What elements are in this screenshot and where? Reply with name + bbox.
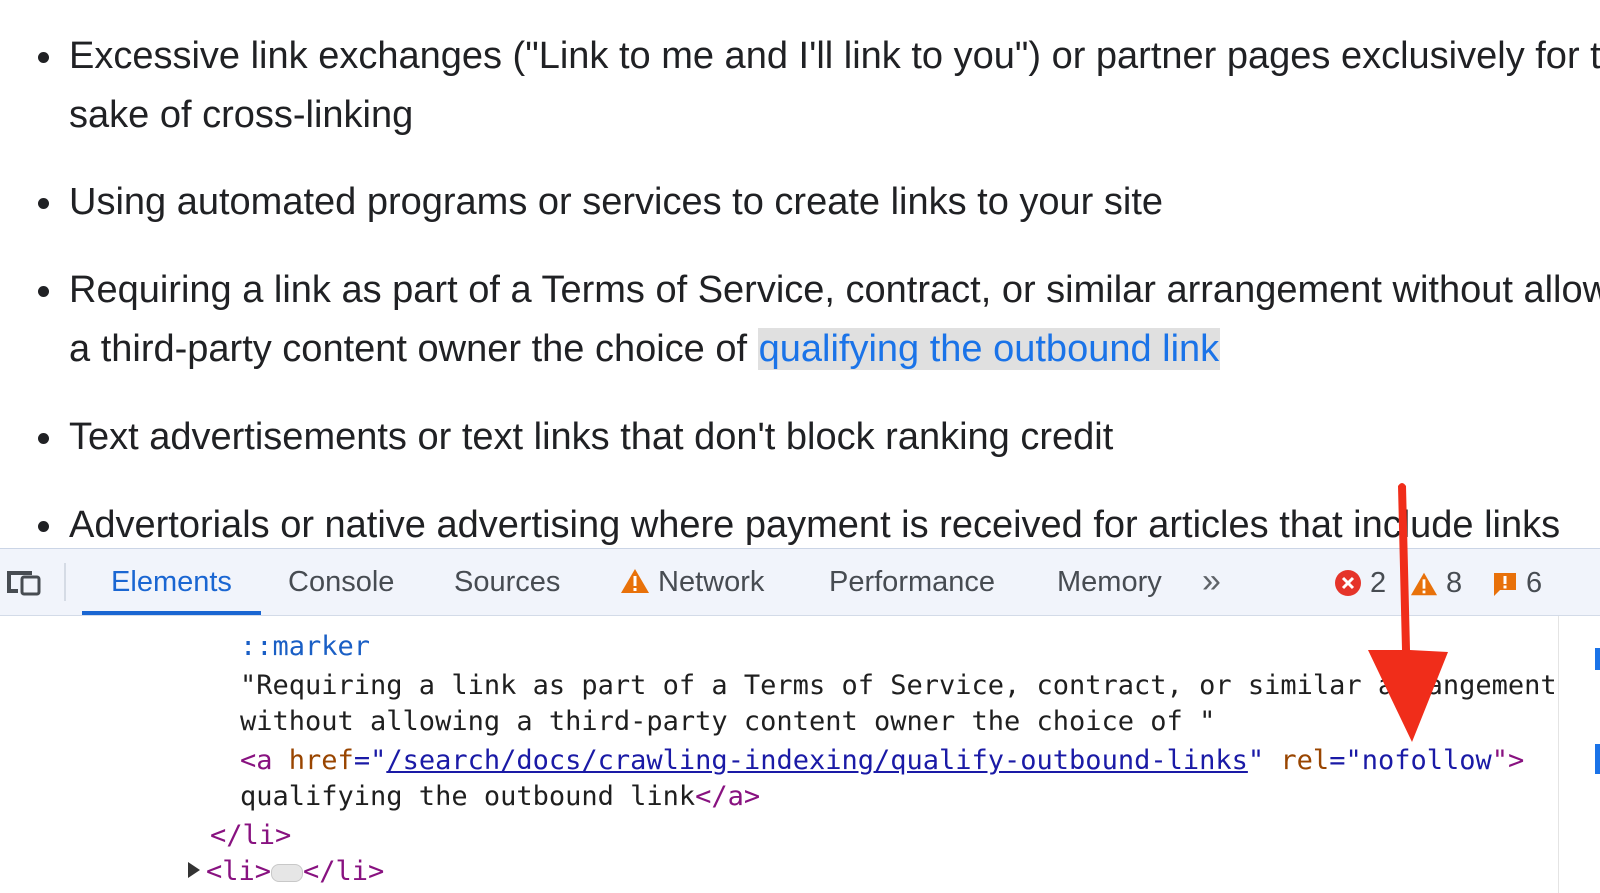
more-tabs-icon[interactable]: » xyxy=(1202,563,1242,603)
tab-label: Elements xyxy=(111,566,232,598)
issues-count[interactable]: 6 xyxy=(1492,567,1542,599)
tab-label: Performance xyxy=(829,566,996,598)
tag-name: <a xyxy=(240,745,273,776)
anchor-close-tag: </a> xyxy=(695,781,761,812)
tab-label: Network xyxy=(658,566,765,598)
collapsed-content-ellipsis[interactable] xyxy=(271,864,304,882)
tab-memory[interactable]: Memory xyxy=(1031,549,1188,615)
list-item-text-with-link: a third-party content owner the choice o… xyxy=(69,320,1221,379)
link-text-node: qualifying the outbound link xyxy=(240,781,696,812)
bullet-dot xyxy=(38,52,49,63)
elements-dom-tree: ::marker "Requiring a link as part of a … xyxy=(0,616,1558,893)
bullet-dot xyxy=(38,433,49,444)
list-item-text: Using automated programs or services to … xyxy=(69,181,1164,223)
error-icon xyxy=(1335,570,1361,596)
anchor-open-tag[interactable]: <a href="/search/docs/crawling-indexing/… xyxy=(240,743,1524,779)
li-close-tag[interactable]: </li> xyxy=(210,818,291,854)
bullet-dot xyxy=(38,198,49,209)
web-page-content: Excessive link exchanges ("Link to me an… xyxy=(0,0,1600,548)
tab-sources[interactable]: Sources xyxy=(428,549,586,615)
tab-label: Sources xyxy=(454,566,561,598)
warning-icon xyxy=(620,552,650,618)
scroll-marker xyxy=(1595,744,1600,774)
device-toolbar-icon[interactable] xyxy=(2,567,42,597)
list-item-text: a third-party content owner the choice o… xyxy=(69,328,758,370)
tab-console[interactable]: Console xyxy=(262,549,420,615)
attribute-name: href xyxy=(288,745,354,776)
text-node-line[interactable]: without allowing a third-party content o… xyxy=(240,704,1215,740)
list-item-text: Advertorials or native advertising where… xyxy=(69,504,1561,546)
qualify-outbound-link[interactable]: qualifying the outbound link xyxy=(757,328,1221,370)
list-item-text: sake of cross-linking xyxy=(69,94,414,136)
marker-pseudo-element[interactable]: ::marker xyxy=(240,629,370,665)
href-link[interactable]: /search/docs/crawling-indexing/qualify-o… xyxy=(386,745,1248,776)
bullet-dot xyxy=(38,286,49,297)
attribute-quote: =" xyxy=(353,745,387,776)
tab-label: Console xyxy=(288,566,395,598)
tab-performance[interactable]: Performance xyxy=(803,549,1021,615)
red-arrow-annotation-icon xyxy=(1368,483,1448,742)
attribute-quote: =" xyxy=(1329,745,1362,776)
tab-network[interactable]: Network xyxy=(594,549,790,615)
attribute-name: rel xyxy=(1280,745,1330,776)
anchor-content-line[interactable]: qualifying the outbound link</a> xyxy=(240,779,760,815)
pseudo-element-label: ::marker xyxy=(240,631,371,662)
issues-icon xyxy=(1494,573,1516,596)
list-item-text: Text advertisements or text links that d… xyxy=(69,416,1114,458)
attribute-quote: " xyxy=(1247,745,1265,776)
tag-name: </li> xyxy=(303,856,385,887)
tag-name: <li> xyxy=(206,856,272,887)
expand-triangle-icon[interactable] xyxy=(188,862,200,878)
list-item-text: Requiring a link as part of a Terms of S… xyxy=(69,269,1600,311)
dom-tree-scrollbar[interactable] xyxy=(1558,616,1600,893)
scroll-marker xyxy=(1595,648,1600,670)
tab-elements[interactable]: Elements xyxy=(82,549,261,615)
toolbar-divider xyxy=(64,563,66,601)
tab-label: Memory xyxy=(1057,566,1162,598)
issues-count-label: 6 xyxy=(1526,567,1543,599)
list-item-text: Excessive link exchanges ("Link to me an… xyxy=(69,35,1600,77)
tag-bracket: "> xyxy=(1491,745,1525,776)
bullet-dot xyxy=(38,521,49,532)
collapsed-li-node[interactable]: <li> </li> xyxy=(188,854,384,890)
